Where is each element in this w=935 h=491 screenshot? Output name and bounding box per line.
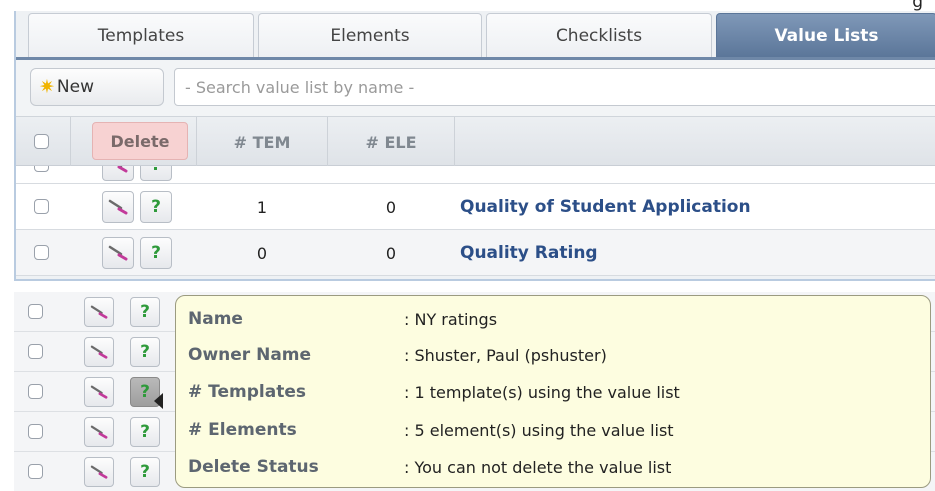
- question-mark-icon: ?: [151, 243, 161, 263]
- wand-edit-icon: [108, 245, 128, 261]
- row-checkbox[interactable]: [28, 464, 43, 479]
- column-header-elements[interactable]: # ELE: [328, 117, 454, 167]
- new-button-label: New: [56, 77, 95, 97]
- tab-checklists[interactable]: Checklists: [486, 13, 712, 57]
- value-list-rows-with-tooltip: ? ? ? ? ? Name: NY ratings Owner Name:…: [14, 292, 935, 491]
- info-button[interactable]: ?: [130, 337, 160, 367]
- search-input[interactable]: [174, 68, 935, 106]
- wand-edit-icon: [117, 166, 128, 173]
- value-list-name-link[interactable]: Quality Rating: [460, 230, 598, 276]
- question-mark-icon: ?: [151, 166, 161, 175]
- column-header-templates[interactable]: # TEM: [197, 117, 327, 167]
- tooltip-row-name: Name : NY ratings: [176, 302, 932, 336]
- column-divider: [454, 117, 455, 167]
- tab-value-lists[interactable]: Value Lists: [716, 13, 935, 57]
- wand-edit-icon: [90, 305, 108, 319]
- info-button[interactable]: ?: [140, 166, 172, 181]
- element-count: 0: [385, 197, 397, 217]
- tooltip-row-delete-status: Delete Status : You can not delete the v…: [176, 450, 932, 484]
- tooltip-value: : 5 element(s) using the value list: [404, 420, 674, 440]
- toolbar: ✷ New: [16, 60, 935, 116]
- column-divider: [70, 117, 71, 167]
- tooltip-label: # Templates: [188, 382, 306, 402]
- wand-edit-icon: [90, 385, 108, 399]
- delete-button[interactable]: Delete: [92, 122, 188, 160]
- info-button[interactable]: ?: [130, 457, 160, 487]
- tooltip-row-templates: # Templates : 1 template(s) using the va…: [176, 375, 932, 409]
- info-button[interactable]: ?: [130, 297, 160, 327]
- value-lists-panel: Templates Elements Checklists Value List…: [14, 11, 935, 281]
- template-count: 0: [256, 243, 268, 263]
- template-count: 1: [256, 197, 268, 217]
- edit-button[interactable]: [102, 237, 134, 269]
- tab-templates[interactable]: Templates: [28, 13, 254, 57]
- info-button[interactable]: ?: [140, 191, 172, 223]
- value-list-tooltip: Name : NY ratings Owner Name : Shuster, …: [175, 295, 931, 488]
- tooltip-value: : Shuster, Paul (pshuster): [404, 345, 607, 365]
- edit-button[interactable]: [102, 166, 134, 181]
- value-list-name-link[interactable]: Quality of Student Application: [460, 184, 751, 230]
- edit-button[interactable]: [84, 337, 114, 367]
- info-button[interactable]: ?: [140, 237, 172, 269]
- table-header: Delete # TEM # ELE: [16, 116, 935, 167]
- edit-button[interactable]: [84, 297, 114, 327]
- question-mark-icon: ?: [151, 197, 161, 217]
- row-checkbox[interactable]: [28, 424, 43, 439]
- table-row: ? 1 0 Quality of Student Application: [16, 184, 935, 230]
- question-mark-icon: ?: [140, 462, 150, 482]
- row-checkbox[interactable]: [34, 166, 49, 172]
- row-checkbox[interactable]: [28, 344, 43, 359]
- row-checkbox[interactable]: [28, 384, 43, 399]
- row-checkbox[interactable]: [34, 199, 49, 214]
- table-row: ? 0 0 Quality Rating: [16, 230, 935, 276]
- edit-button[interactable]: [84, 377, 114, 407]
- tooltip-label: # Elements: [188, 420, 297, 440]
- edit-button[interactable]: [84, 457, 114, 487]
- tooltip-value: : NY ratings: [404, 309, 498, 329]
- tooltip-pointer: [154, 393, 163, 409]
- edit-button[interactable]: [84, 417, 114, 447]
- select-all-checkbox[interactable]: [34, 134, 49, 149]
- edit-button[interactable]: [102, 191, 134, 223]
- tooltip-label: Delete Status: [188, 457, 319, 477]
- star-icon: ✷: [39, 76, 55, 98]
- element-count: 0: [385, 243, 397, 263]
- question-mark-icon: ?: [140, 422, 150, 442]
- question-mark-icon: ?: [140, 302, 150, 322]
- question-mark-icon: ?: [140, 342, 150, 362]
- question-mark-icon: ?: [140, 382, 150, 402]
- wand-edit-icon: [90, 345, 108, 359]
- tab-bar: Templates Elements Checklists Value List…: [16, 11, 935, 57]
- row-checkbox[interactable]: [34, 245, 49, 260]
- tooltip-label: Name: [188, 309, 243, 329]
- info-button[interactable]: ?: [130, 417, 160, 447]
- tooltip-row-owner: Owner Name : Shuster, Paul (pshuster): [176, 338, 932, 372]
- wand-edit-icon: [90, 425, 108, 439]
- wand-edit-icon: [108, 199, 128, 215]
- tab-elements[interactable]: Elements: [258, 13, 482, 57]
- new-button[interactable]: ✷ New: [30, 68, 164, 106]
- tooltip-value: : You can not delete the value list: [404, 457, 672, 477]
- tooltip-label: Owner Name: [188, 345, 312, 365]
- wand-edit-icon: [90, 465, 108, 479]
- tooltip-value: : 1 template(s) using the value list: [404, 382, 680, 402]
- row-checkbox[interactable]: [28, 304, 43, 319]
- tooltip-row-elements: # Elements : 5 element(s) using the valu…: [176, 413, 932, 447]
- table-row: ?: [16, 166, 935, 184]
